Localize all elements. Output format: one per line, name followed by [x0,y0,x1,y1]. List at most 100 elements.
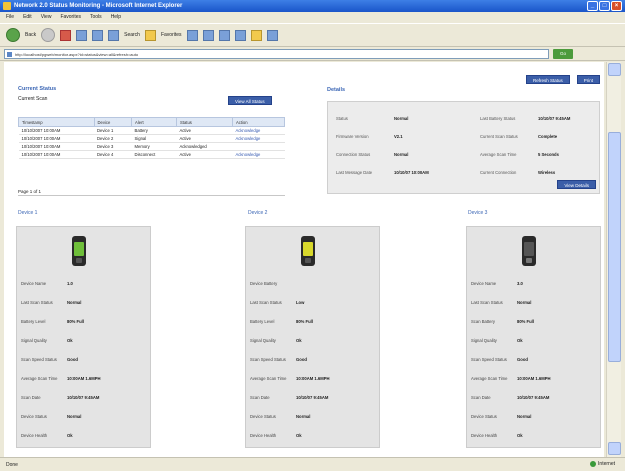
status-bar: Done Internet [0,457,625,471]
field-label: Battery Level [250,319,275,324]
device-1-title: Device 1 [18,210,38,216]
home-icon[interactable] [92,29,104,41]
menu-bar: File Edit View Favorites Tools Help [0,12,625,23]
field-row: Device Status Normal [21,414,81,419]
status-text: Done [6,461,18,468]
security-zone: Internet [590,461,615,467]
field-label: Device Health [471,433,498,438]
media-icon[interactable] [186,29,198,41]
field-value: Normal [296,414,311,419]
cell-alert: Memory [131,142,177,151]
field-value: Ok [67,338,73,343]
field-row: Scan Battery 80% Full [471,319,534,324]
field-label: Average Scan Time [250,376,287,381]
vertical-scrollbar[interactable] [606,62,621,457]
device-1-card[interactable]: Device Name 1.0 Last Scan Status Normal Ba… [16,226,151,448]
history-icon[interactable] [202,29,214,41]
menu-edit[interactable]: Edit [23,12,32,23]
stop-icon[interactable] [60,29,72,41]
back-button[interactable] [6,28,20,42]
menu-help[interactable]: Help [111,12,121,23]
status-table: Timestamp Device Alert Status Action 10/… [18,117,286,159]
search-icon[interactable] [108,29,120,41]
detail-value: 10/10/07 10:00AM [394,170,429,175]
favorites-icon[interactable] [144,29,156,41]
field-row: Scan Speed Status Good [471,357,528,362]
refresh-icon[interactable] [76,29,88,41]
menu-view[interactable]: View [41,12,52,23]
field-value: 80% Full [517,319,534,324]
go-button[interactable]: Go [553,48,573,59]
detail-scan-time: Average Scan Time 5 Seconds [480,152,559,157]
search-label[interactable]: Search [124,32,140,38]
detail-label: Current Connection [480,170,517,175]
detail-battery: Last Battery Status 10/10/07 9:45AM [480,116,570,121]
divider [18,195,285,196]
col-status[interactable]: Status [176,117,233,127]
col-action[interactable]: Action [231,117,286,127]
field-row: Scan Date 10/10/07 9:45AM [21,395,99,400]
scroll-down-arrow[interactable] [608,442,621,455]
zone-label: Internet [598,461,615,467]
detail-value: Wireless [538,170,556,175]
field-row: Battery Level 80% Full [250,319,313,324]
menu-favorites[interactable]: Favorites [60,12,81,23]
field-value: Good [517,357,528,362]
detail-label: Status [336,116,348,121]
address-input[interactable]: http://localhost/pgweb/monitor.aspx?id=s… [4,48,549,59]
table-row: 10/10/2007 10:00AM Device 2 Signal Activ… [18,134,285,143]
col-device[interactable]: Device [93,117,133,127]
print-icon[interactable] [234,29,246,41]
col-timestamp[interactable]: Timestamp [18,117,95,127]
forward-button[interactable] [41,28,56,42]
field-row: Last Scan Status Normal [21,300,81,305]
cell-alert: Battery [131,126,177,135]
cell-status: Acknowledged [176,142,233,151]
field-value: 80% Full [296,319,313,324]
field-row: Device Status Normal [471,414,531,419]
scroll-thumb[interactable] [608,132,621,362]
device-2-card[interactable]: Device Battery Last Scan Status Low Batte… [245,226,380,448]
scroll-up-arrow[interactable] [608,63,621,76]
acknowledge-link[interactable]: Acknowledge [232,126,285,135]
mail-icon[interactable] [218,29,230,41]
cell-status: Active [176,126,233,135]
field-label: Device Name [471,281,497,286]
device-2-icon [301,236,315,266]
device-3-card[interactable]: Device Name 3.0 Last Scan Status Normal Sc… [466,226,601,448]
menu-tools[interactable]: Tools [90,12,102,23]
current-status-title: Current Status [18,86,57,92]
col-alert[interactable]: Alert [131,117,177,127]
cell-alert: Disconnect [131,150,177,159]
field-value: Ok [67,433,73,438]
messenger-icon[interactable] [266,29,278,41]
acknowledge-link[interactable]: Acknowledge [232,134,285,143]
device-3-screen [524,242,534,256]
detail-value: V2.1 [394,134,403,139]
detail-current-connection: Current Connection Wireless [480,170,555,175]
close-button[interactable]: × [611,1,622,11]
details-title: Details [327,87,346,93]
folder-icon[interactable] [250,29,262,41]
maximize-button[interactable]: □ [599,1,610,11]
field-value: 1.0 [67,281,73,286]
field-label: Scan Speed Status [471,357,507,362]
device-2-screen [303,242,313,256]
field-row: Device Battery [250,281,277,286]
table-row: 10/10/2007 10:00AM Device 4 Disconnect A… [18,150,285,159]
minimize-button[interactable]: _ [587,1,598,11]
menu-file[interactable]: File [6,12,14,23]
favorites-label[interactable]: Favorites [161,32,182,38]
detail-value: Normal [394,152,409,157]
view-details-button[interactable]: View Details [557,180,596,189]
acknowledge-link[interactable] [232,142,285,151]
view-all-status-button[interactable]: View All Status [228,96,272,105]
window-title: Network 2.0 Status Monitoring - Microsof… [14,3,183,9]
field-label: Last Scan Status [471,300,503,305]
field-row: Scan Date 10/10/07 9:45AM [471,395,549,400]
field-label: Device Status [21,414,47,419]
acknowledge-link[interactable]: Acknowledge [232,150,285,159]
cell-timestamp: 10/10/2007 10:00AM [18,142,95,151]
field-row: Last Scan Status Low [250,300,304,305]
field-label: Scan Speed Status [250,357,286,362]
